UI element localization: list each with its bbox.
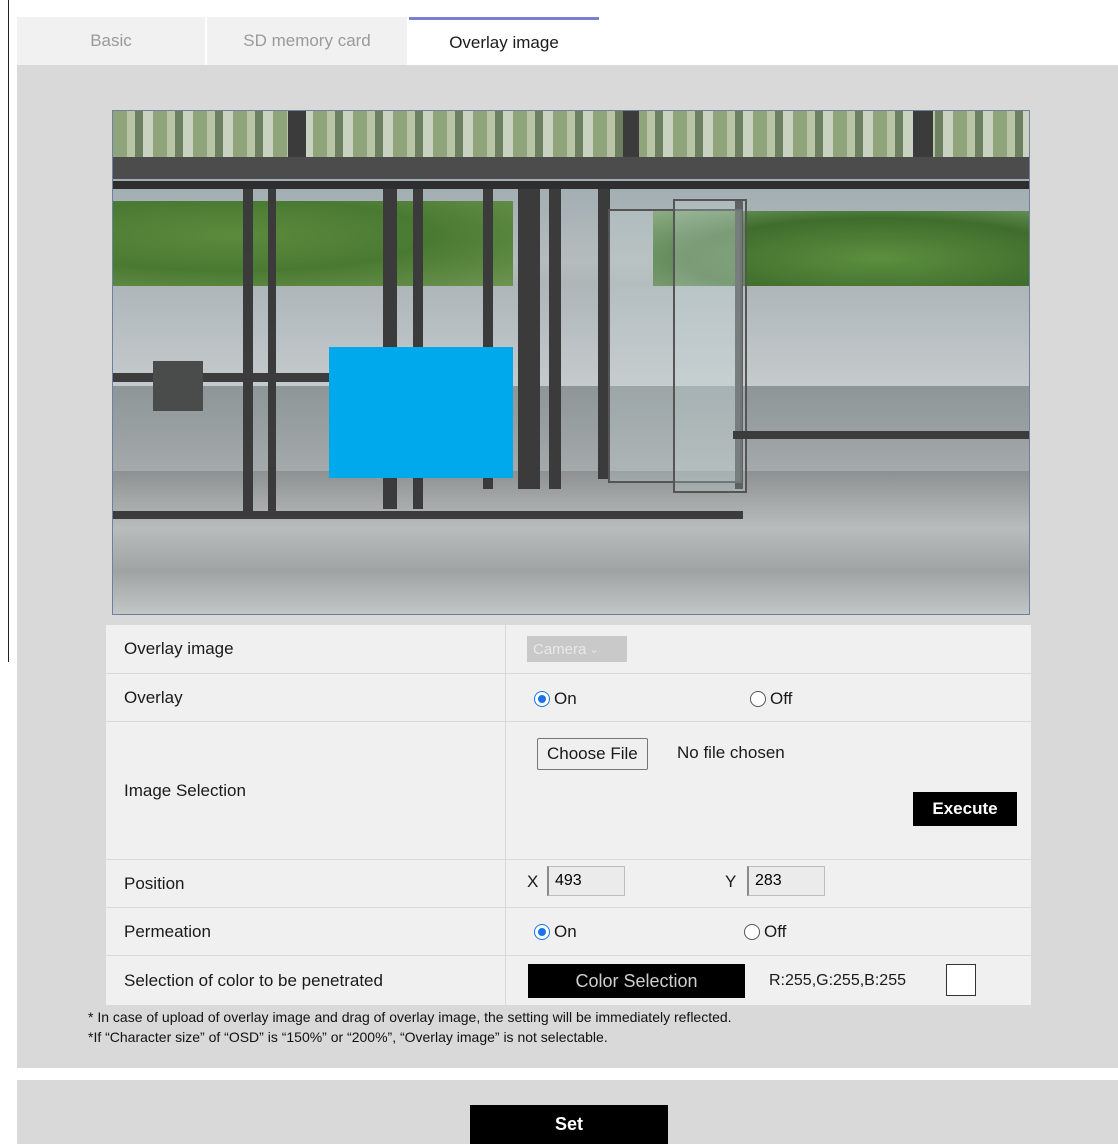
position-y-label: Y [725,872,737,891]
overlay-off-radio[interactable]: Off [750,689,792,709]
chevron-down-icon: ⌄ [589,643,599,656]
footer-bar: Set [17,1080,1118,1144]
position-y-input[interactable] [747,866,825,896]
preview-column [243,189,253,519]
preview-beam [113,157,1029,179]
permeation-on-label: On [554,922,577,941]
camera-preview[interactable] [112,110,1030,615]
preview-column [623,111,639,157]
overlay-value: On Off [507,674,1031,721]
color-swatch [946,964,976,996]
note-line: * In case of upload of overlay image and… [88,1009,732,1025]
row-image-selection: Image Selection Choose File No file chos… [106,721,1031,859]
overlay-off-label: Off [770,689,793,708]
settings-table: Overlay image Camera ⌄ Overlay On Off Im… [106,625,1031,1005]
permeation-label: Permeation [106,908,506,955]
permeation-on-radio[interactable]: On [534,922,577,942]
preview-chair [153,361,203,411]
overlay-image-select: Camera ⌄ [527,636,627,662]
row-penetrate-color: Selection of color to be penetrated Colo… [106,955,1031,1005]
penetrate-color-label: Selection of color to be penetrated [106,956,506,1005]
overlay-label: Overlay [106,674,506,721]
row-permeation: Permeation On Off [106,907,1031,955]
position-label: Position [106,860,506,907]
overlay-on-radio[interactable]: On [534,689,577,709]
tab-basic[interactable]: Basic [17,17,205,65]
preview-hedge-left [113,201,513,286]
notes: * In case of upload of overlay image and… [88,1007,732,1047]
position-value: X Y [507,860,1031,907]
tab-overlay-image[interactable]: Overlay image [409,17,599,65]
preview-floor-line [113,511,743,519]
row-overlay-image: Overlay image Camera ⌄ [106,625,1031,673]
overlay-image-value: Camera ⌄ [507,625,1031,673]
radio-checked-icon [534,691,550,707]
radio-unchecked-icon [750,691,766,707]
note-line: *If “Character size” of “OSD” is “150%” … [88,1029,608,1045]
position-x-input[interactable] [547,866,625,896]
color-selection-button[interactable]: Color Selection [528,964,745,998]
execute-button[interactable]: Execute [913,792,1017,826]
permeation-off-radio[interactable]: Off [744,922,786,942]
overlay-image-select-value: Camera [533,640,587,658]
image-selection-value: Choose File No file chosen Execute [507,722,1031,859]
permeation-off-label: Off [764,922,787,941]
preview-foliage-top [113,111,1029,157]
set-button[interactable]: Set [470,1105,668,1144]
rgb-value-text: R:255,G:255,B:255 [769,972,906,989]
permeation-value: On Off [507,908,1031,955]
penetrate-color-value: Color Selection R:255,G:255,B:255 [507,956,1031,1005]
row-position: Position X Y [106,859,1031,907]
tab-sd-memory-card[interactable]: SD memory card [207,17,407,65]
preview-column [268,189,276,519]
file-status-text: No file chosen [677,743,785,762]
position-x-label: X [527,872,539,891]
left-divider [8,0,9,662]
radio-checked-icon [534,924,550,940]
preview-column [518,189,540,489]
radio-unchecked-icon [744,924,760,940]
preview-beam-lower [113,181,1029,189]
choose-file-button[interactable]: Choose File [537,738,648,770]
overlay-image-box[interactable] [329,347,513,478]
preview-column [549,189,561,489]
overlay-image-label: Overlay image [106,625,506,673]
row-overlay: Overlay On Off [106,673,1031,721]
overlay-on-label: On [554,689,577,708]
preview-rail-right [733,431,1029,439]
preview-glass-panel [673,199,747,493]
preview-column [913,111,933,157]
preview-column [288,111,306,157]
preview-handrail [113,373,333,382]
settings-panel: Overlay image Camera ⌄ Overlay On Off Im… [17,65,1118,1068]
image-selection-label: Image Selection [106,722,506,859]
